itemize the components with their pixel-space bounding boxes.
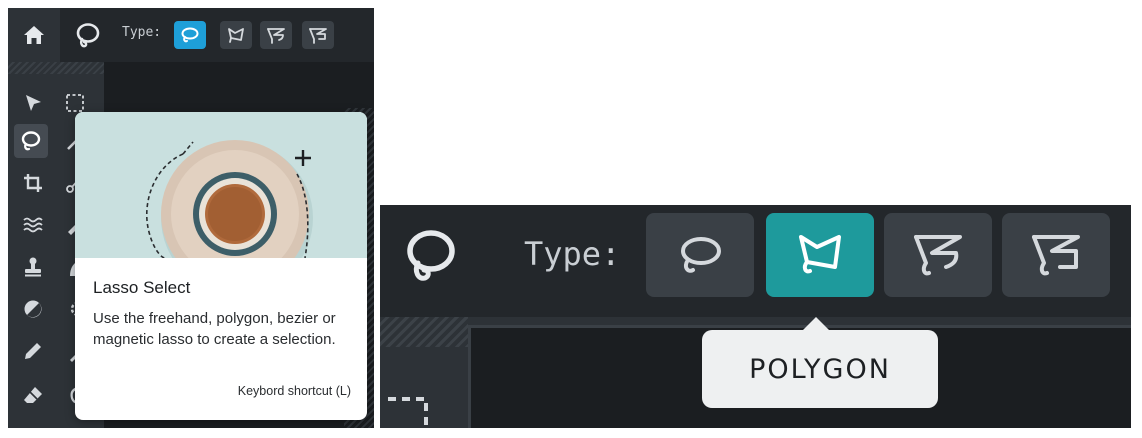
- bezier-lasso-button[interactable]: [884, 213, 992, 297]
- type-label: Type:: [122, 25, 162, 40]
- magnetic-lasso-button[interactable]: [1002, 213, 1110, 297]
- waves-icon: [23, 217, 43, 233]
- contrast-icon: [24, 300, 42, 318]
- lasso-tool-icon: [76, 23, 100, 48]
- tool-dodge-burn[interactable]: [16, 292, 50, 326]
- tool-pencil[interactable]: [16, 334, 50, 368]
- sidebar-divider: [380, 317, 468, 347]
- coffee-cup-illustration: [75, 112, 367, 258]
- sidebar-divider: [8, 62, 104, 74]
- left-panel: Type: Lasso Select Use the freehand, pol…: [8, 8, 374, 428]
- lasso-icon: [21, 131, 41, 151]
- magnetic-lasso-icon: [309, 28, 327, 44]
- arrow-icon: [26, 95, 41, 111]
- crop-icon: [24, 174, 42, 192]
- tool-stamp[interactable]: [16, 250, 50, 284]
- eraser-icon: [24, 387, 42, 403]
- freehand-lasso-button[interactable]: [646, 213, 754, 297]
- magnetic-lasso-button[interactable]: [302, 21, 334, 49]
- freehand-lasso-icon: [181, 27, 199, 43]
- polygon-lasso-icon: [228, 28, 244, 43]
- polygon-hover-tooltip: POLYGON: [702, 317, 938, 408]
- tooltip-title: Lasso Select: [93, 278, 191, 297]
- bezier-lasso-icon: [267, 28, 285, 44]
- lasso-tool-icon: [407, 230, 455, 281]
- polygon-tooltip-label: POLYGON: [749, 353, 891, 385]
- home-icon: [24, 26, 44, 44]
- freehand-lasso-icon: [681, 237, 721, 273]
- tool-arrow-select[interactable]: [16, 86, 50, 120]
- tool-eraser[interactable]: [16, 378, 50, 412]
- home-button[interactable]: [8, 8, 60, 62]
- lasso-select-tooltip-card: Lasso Select Use the freehand, polygon, …: [75, 112, 367, 420]
- tooltip-description: Use the freehand, polygon, bezier or mag…: [93, 310, 336, 348]
- polygon-lasso-button[interactable]: [766, 213, 874, 297]
- tooltip-shortcut: Keybord shortcut (L): [237, 384, 351, 398]
- tooltip-illustration: [75, 112, 367, 258]
- freehand-lasso-button[interactable]: [174, 21, 206, 49]
- bezier-lasso-icon: [914, 235, 962, 276]
- tool-crop[interactable]: [16, 166, 50, 200]
- stamp-icon: [25, 257, 41, 277]
- polygon-lasso-icon: [799, 235, 841, 274]
- bezier-lasso-button[interactable]: [260, 21, 292, 49]
- magnetic-lasso-icon: [1032, 235, 1080, 276]
- tool-liquify[interactable]: [16, 208, 50, 242]
- pen-icon: [25, 343, 41, 359]
- marquee-icon: [66, 94, 84, 112]
- marquee-icon: [388, 397, 428, 428]
- type-label: Type:: [524, 235, 621, 273]
- options-toolbar-zoomed: Type:: [380, 205, 1131, 317]
- tool-lasso-select[interactable]: [14, 124, 48, 158]
- polygon-lasso-button[interactable]: [220, 21, 252, 49]
- options-toolbar: Type:: [8, 8, 374, 62]
- right-panel-zoomed: Type: POLYGON: [380, 205, 1131, 428]
